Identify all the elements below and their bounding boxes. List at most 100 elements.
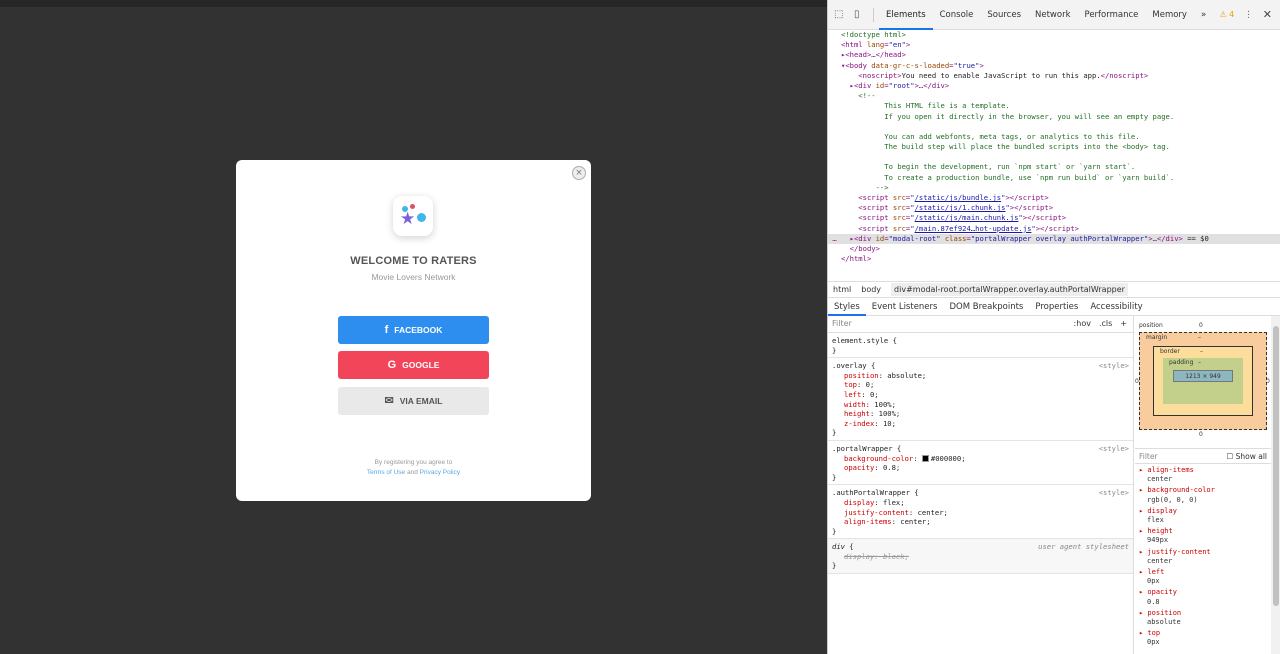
breadcrumb: html body div#modal-root.portalWrapper.o…: [828, 281, 1280, 298]
dom-node-line[interactable]: [828, 152, 1280, 162]
tab-sources[interactable]: Sources: [980, 0, 1028, 30]
warnings-badge[interactable]: ⚠ 4: [1219, 10, 1234, 19]
legal-notice: By registering you agree to Terms of Use…: [236, 458, 591, 478]
computed-property-value: 949px: [1147, 536, 1169, 545]
tab-styles[interactable]: Styles: [828, 298, 866, 316]
dom-node-line[interactable]: To create a production bundle, use `npm …: [828, 173, 1280, 183]
tab-console[interactable]: Console: [933, 0, 981, 30]
tab-network[interactable]: Network: [1028, 0, 1078, 30]
dom-node-line[interactable]: <script src="/static/js/bundle.js"></scr…: [828, 193, 1280, 203]
viewport-top-strip: [0, 0, 827, 7]
computed-property-value: absolute: [1147, 618, 1181, 627]
box-content: 1213 × 949: [1173, 370, 1233, 382]
computed-property-name[interactable]: ▸ height: [1139, 527, 1269, 536]
tab-accessibility[interactable]: Accessibility: [1084, 298, 1148, 316]
hover-state-toggle[interactable]: :hov: [1074, 319, 1091, 329]
dom-node-line[interactable]: <script src="/static/js/main.chunk.js"><…: [828, 213, 1280, 223]
dom-node-line[interactable]: You can add webfonts, meta tags, or anal…: [828, 132, 1280, 142]
box-margin-label: margin: [1146, 334, 1168, 341]
computed-property-name[interactable]: ▸ background-color: [1139, 486, 1269, 495]
privacy-link[interactable]: Privacy Policy: [420, 469, 460, 476]
dom-node-line[interactable]: -->: [828, 183, 1280, 193]
computed-filter-row: Filter ☐ Show all: [1135, 448, 1271, 464]
box-border-label: border: [1160, 348, 1180, 355]
box-padding-label: padding: [1169, 359, 1194, 366]
facebook-login-button[interactable]: f FACEBOOK: [338, 316, 489, 344]
box-model-diagram: position 0 0 0 0 margin – border – paddi…: [1135, 322, 1270, 440]
computed-list: ▸ align-items center ▸ background-color rgb…: [1139, 466, 1269, 650]
computed-property-name[interactable]: ▸ display: [1139, 507, 1269, 516]
close-button[interactable]: ×: [572, 166, 586, 180]
devtools-panel: ⬚ ▯ Elements Console Sources Network Per…: [827, 0, 1280, 654]
scrollbar[interactable]: [1271, 316, 1280, 654]
dom-node-line[interactable]: To begin the development, run `npm start…: [828, 162, 1280, 172]
computed-property-value: flex: [1147, 516, 1164, 525]
styles-filter-input[interactable]: Filter: [832, 319, 852, 329]
tab-performance[interactable]: Performance: [1078, 0, 1146, 30]
computed-property-value: rgb(0, 0, 0): [1147, 495, 1198, 504]
computed-property-name[interactable]: ▸ top: [1139, 629, 1269, 638]
show-all-label: Show all: [1235, 451, 1267, 461]
terms-link[interactable]: Terms of Use: [367, 469, 405, 476]
dom-node-line[interactable]: <!doctype html>: [828, 30, 1280, 40]
dom-node-line[interactable]: [828, 122, 1280, 132]
tab-memory[interactable]: Memory: [1145, 0, 1194, 30]
inspect-icon[interactable]: ⬚: [834, 9, 848, 20]
dom-node-line[interactable]: </body>: [828, 244, 1280, 254]
more-tabs-button[interactable]: »: [1194, 0, 1213, 30]
class-toggle[interactable]: .cls: [1099, 319, 1112, 329]
box-position-top: 0: [1199, 322, 1203, 329]
google-button-label: GOOGLE: [402, 360, 440, 370]
breadcrumb-modal-root[interactable]: div#modal-root.portalWrapper.overlay.aut…: [891, 283, 1128, 296]
style-rule: div {user agent stylesheet display: bloc…: [828, 539, 1133, 575]
facebook-icon: f: [384, 323, 389, 336]
style-rule: .portalWrapper {<style> background-color…: [828, 441, 1133, 486]
dom-node-line[interactable]: … ▸<div id="modal-root" class="portalWra…: [828, 233, 1280, 244]
raters-logo-icon: ★: [393, 196, 433, 236]
modal-subtitle: Movie Lovers Network: [371, 272, 456, 282]
dom-node-line[interactable]: The build step will place the bundled sc…: [828, 142, 1280, 152]
email-button-label: VIA EMAIL: [399, 396, 443, 406]
show-all-checkbox[interactable]: ☐ Show all: [1227, 452, 1268, 461]
tab-properties[interactable]: Properties: [1029, 298, 1084, 316]
dom-node-line[interactable]: <script src="/static/js/1.chunk.js"></sc…: [828, 203, 1280, 213]
breadcrumb-html[interactable]: html: [833, 285, 851, 294]
computed-property-name[interactable]: ▸ opacity: [1139, 588, 1269, 597]
device-toolbar-icon[interactable]: ▯: [854, 9, 868, 20]
dom-node-line[interactable]: If you open it directly in the browser, …: [828, 112, 1280, 122]
google-login-button[interactable]: G GOOGLE: [338, 351, 489, 379]
new-rule-button[interactable]: +: [1120, 319, 1127, 329]
computed-property-name[interactable]: ▸ position: [1139, 609, 1269, 618]
box-margin-value: –: [1198, 334, 1201, 341]
dom-node-line[interactable]: ▾<body data-gr-c-s-loaded="true">: [828, 61, 1280, 71]
tab-event-listeners[interactable]: Event Listeners: [866, 298, 944, 316]
dom-node-line[interactable]: ▸<div id="root">…</div>: [828, 81, 1280, 91]
style-rule: .authPortalWrapper {<style> display: fle…: [828, 485, 1133, 540]
box-position-bottom: 0: [1199, 431, 1203, 438]
styles-filter-row: Filter :hov .cls +: [828, 316, 1133, 333]
dom-node-line[interactable]: This HTML file is a template.: [828, 101, 1280, 111]
dom-tree[interactable]: <!doctype html> <html lang="en"> ▸<head>…: [828, 30, 1280, 280]
tab-elements[interactable]: Elements: [879, 0, 933, 30]
close-devtools-icon[interactable]: ✕: [1263, 8, 1272, 21]
dom-node-line[interactable]: ▸<head>…</head>: [828, 50, 1280, 60]
legal-text: By registering you agree to: [374, 459, 453, 466]
facebook-button-label: FACEBOOK: [394, 325, 443, 335]
computed-filter-input[interactable]: Filter: [1139, 452, 1158, 461]
dom-node-line[interactable]: <noscript>You need to enable JavaScript …: [828, 71, 1280, 81]
computed-property-name[interactable]: ▸ justify-content: [1139, 548, 1269, 557]
computed-property-name[interactable]: ▸ left: [1139, 568, 1269, 577]
computed-property-value: center: [1147, 475, 1173, 484]
kebab-menu-icon[interactable]: ⋮: [1244, 10, 1253, 20]
dom-node-line[interactable]: <!--: [828, 91, 1280, 101]
box-position-label: position: [1139, 322, 1163, 329]
computed-property-value: 0.8: [1147, 597, 1160, 606]
dom-node-line[interactable]: <script src="/main.87ef924…hot-update.js…: [828, 224, 1280, 234]
dom-node-line[interactable]: <html lang="en">: [828, 40, 1280, 50]
computed-property-name[interactable]: ▸ align-items: [1139, 466, 1269, 475]
tab-dom-breakpoints[interactable]: DOM Breakpoints: [943, 298, 1029, 316]
email-login-button[interactable]: ✉ VIA EMAIL: [338, 387, 489, 415]
breadcrumb-body[interactable]: body: [861, 285, 881, 294]
computed-pane: position 0 0 0 0 margin – border – paddi…: [1135, 316, 1271, 654]
dom-node-line[interactable]: </html>: [828, 254, 1280, 264]
